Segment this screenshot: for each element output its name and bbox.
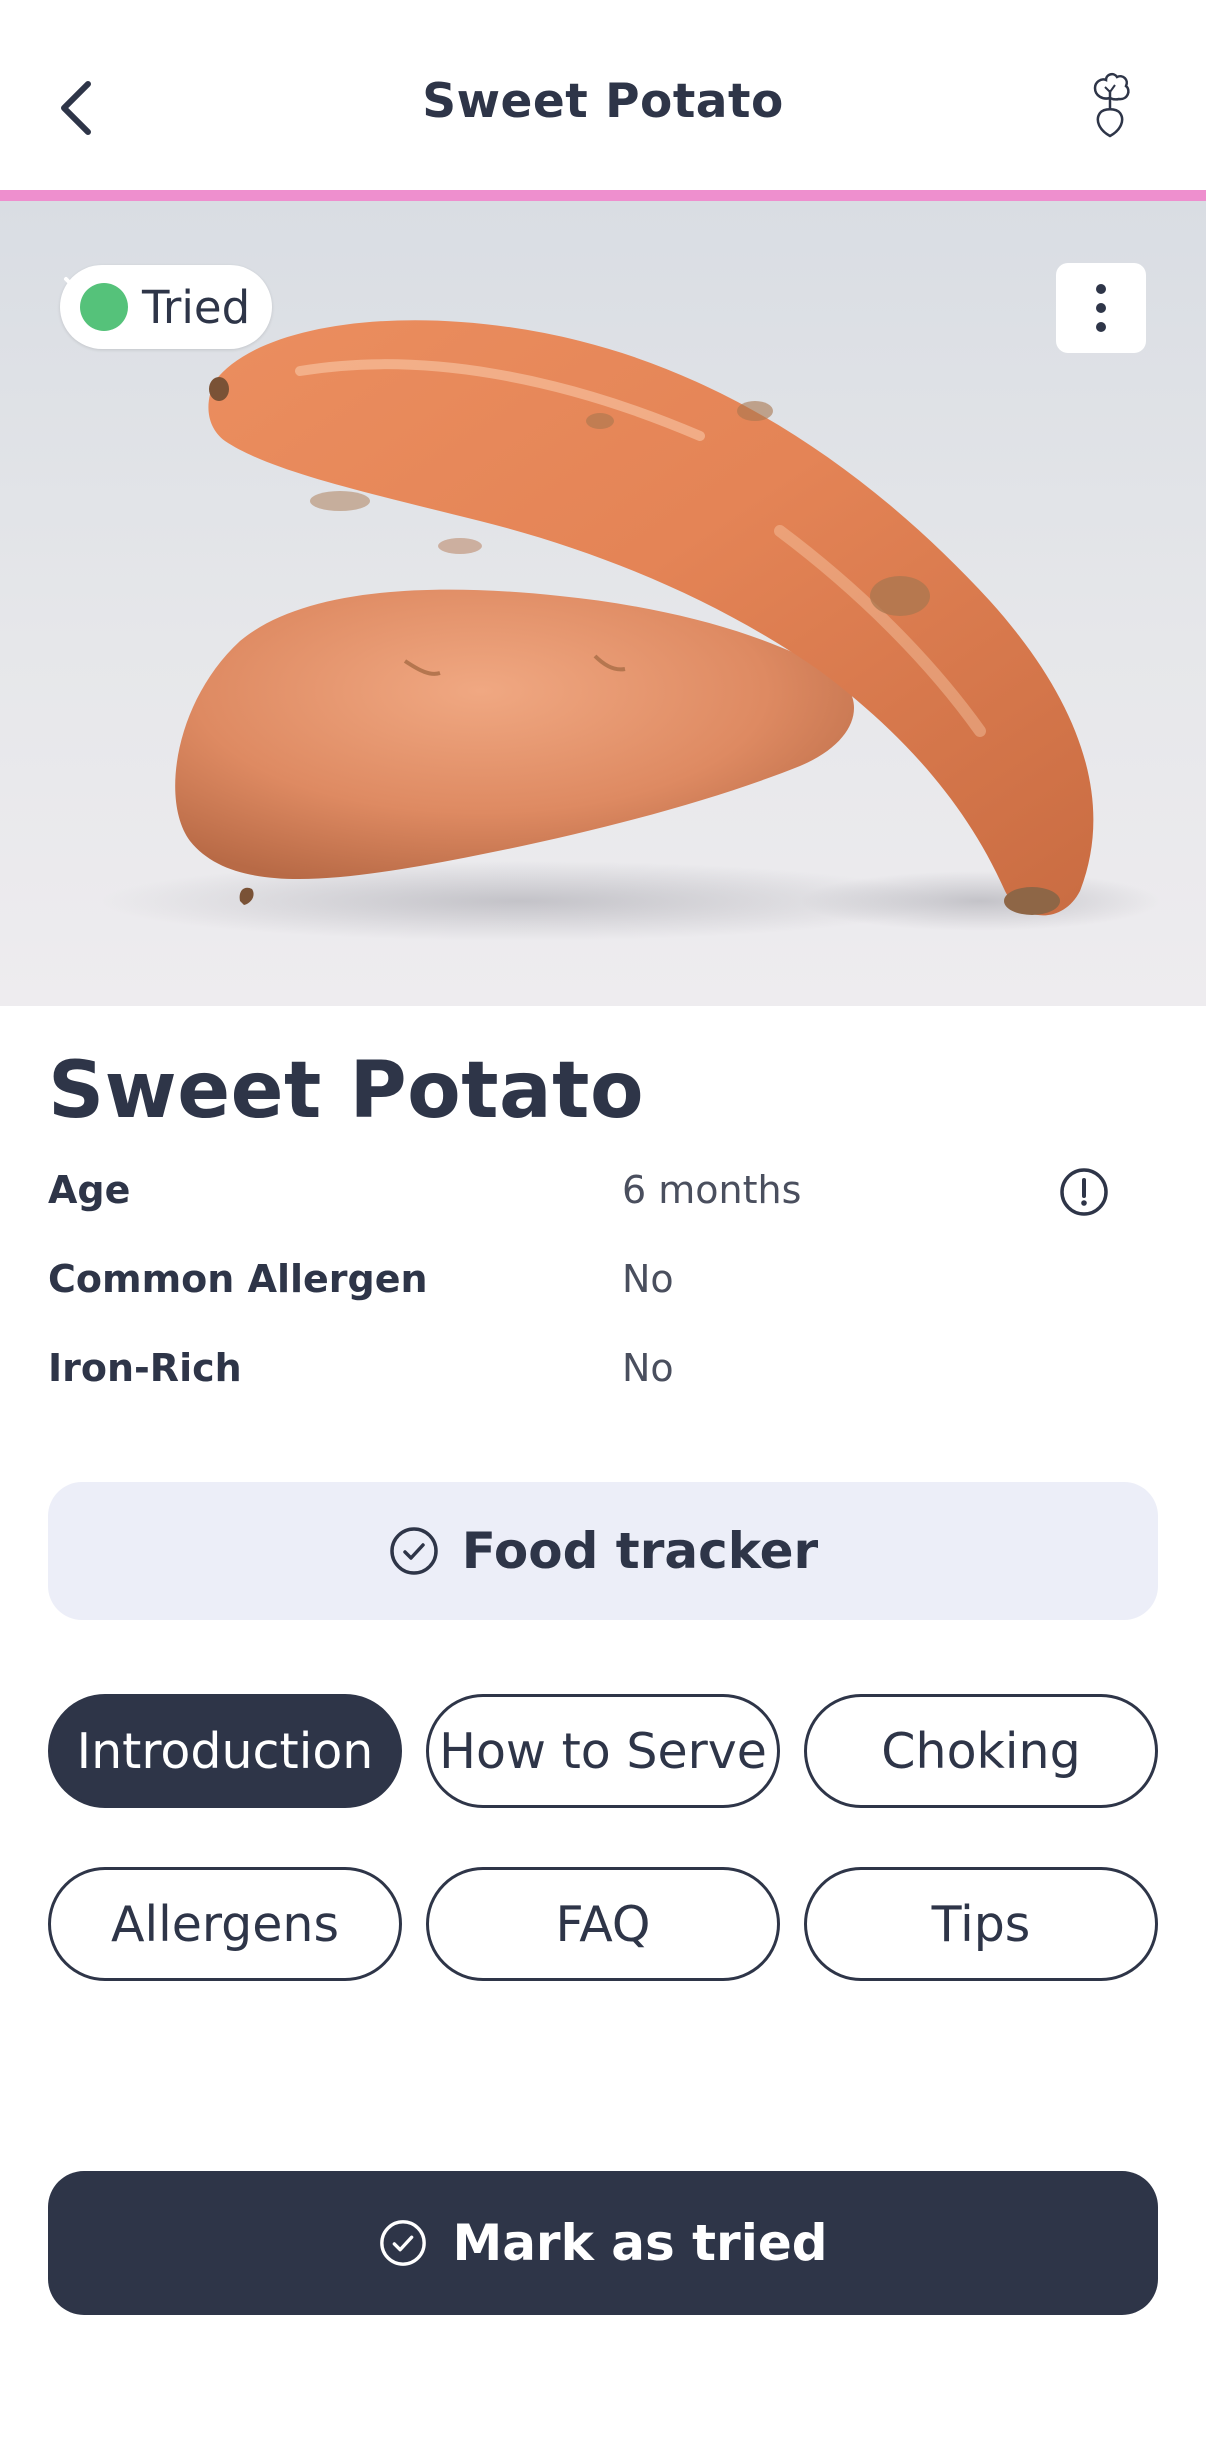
tab-how-to-serve[interactable]: How to Serve [426, 1694, 780, 1808]
check-circle-outline-icon [390, 1527, 438, 1575]
info-value: No [622, 1346, 674, 1390]
info-label: Common Allergen [48, 1257, 428, 1301]
info-row-age: Age 6 months [48, 1168, 1158, 1228]
app-header: Sweet Potato [0, 0, 1206, 190]
tab-choking[interactable]: Choking [804, 1694, 1158, 1808]
info-label: Age [48, 1168, 131, 1212]
food-image: Tried [0, 201, 1206, 1006]
more-vertical-icon [1096, 284, 1106, 294]
tab-tips[interactable]: Tips [804, 1867, 1158, 1981]
info-label: Iron-Rich [48, 1346, 242, 1390]
info-value: No [622, 1257, 674, 1301]
tab-introduction[interactable]: Introduction [48, 1694, 402, 1808]
status-label: Tried [142, 280, 251, 334]
food-tracker-label: Food tracker [461, 1522, 819, 1580]
status-badge: Tried [60, 265, 273, 349]
check-circle-outline-icon [380, 2220, 427, 2266]
mark-as-tried-button[interactable]: Mark as tried [48, 2171, 1158, 2315]
food-tracker-button[interactable]: Food tracker [48, 1482, 1158, 1620]
check-circle-icon [64, 271, 128, 331]
info-value: 6 months [622, 1168, 802, 1212]
alert-circle-icon[interactable] [1058, 1166, 1110, 1218]
info-row-iron-rich: Iron-Rich No [48, 1346, 1158, 1406]
accent-bar [0, 190, 1206, 201]
mark-as-tried-label: Mark as tried [452, 2214, 828, 2272]
page-title: Sweet Potato [422, 74, 784, 129]
food-title: Sweet Potato [48, 1046, 645, 1136]
more-options-button[interactable] [1056, 263, 1146, 353]
info-row-common-allergen: Common Allergen No [48, 1257, 1158, 1317]
tab-faq[interactable]: FAQ [426, 1867, 780, 1981]
tab-allergens[interactable]: Allergens [48, 1867, 402, 1981]
beet-icon[interactable] [1083, 70, 1137, 140]
